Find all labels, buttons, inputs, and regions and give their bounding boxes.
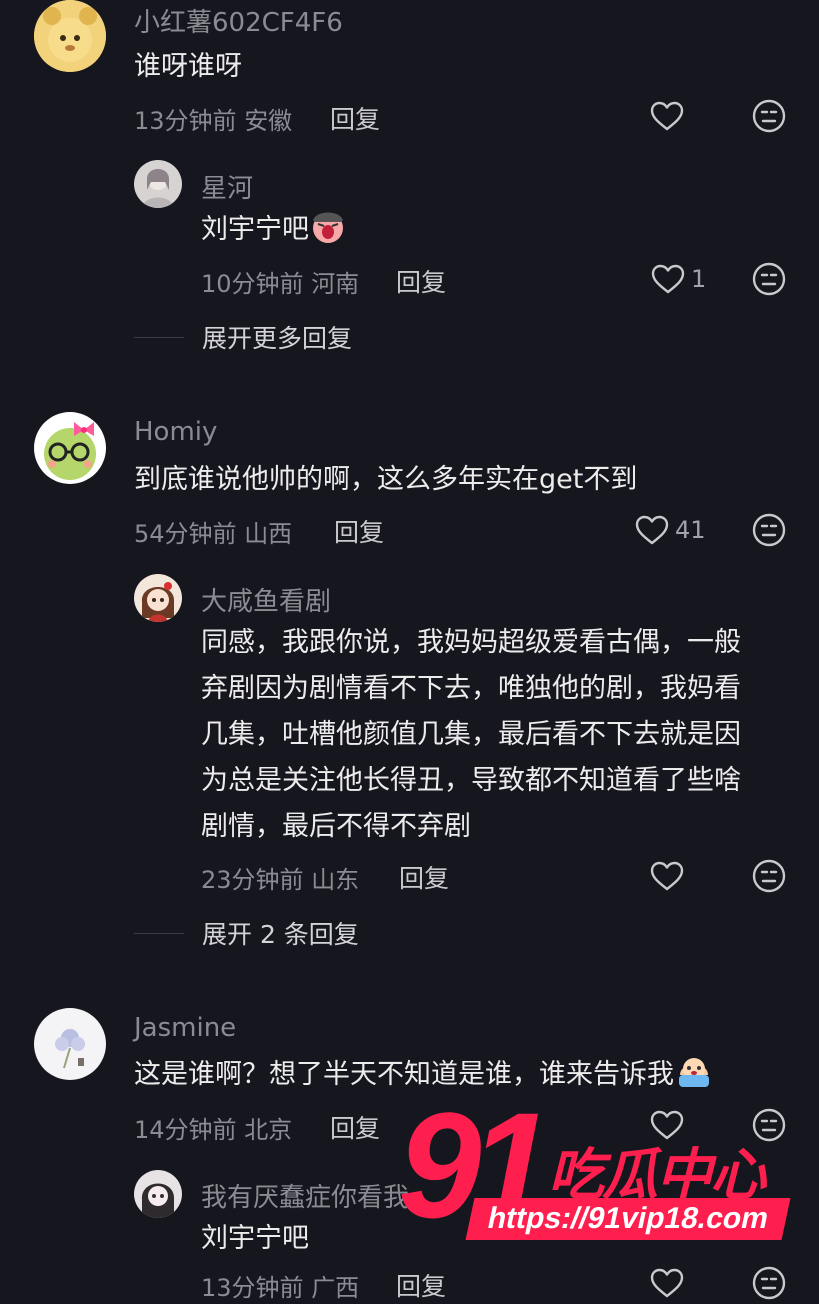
neutral-face-icon xyxy=(752,99,786,133)
avatar[interactable] xyxy=(34,0,106,72)
react-button[interactable] xyxy=(752,859,786,897)
reply-username[interactable]: 星河 xyxy=(201,168,253,205)
divider-line xyxy=(134,932,184,934)
comment-time: 14分钟前 xyxy=(134,1116,237,1144)
reply-text: 刘宇宁吧 xyxy=(201,1223,309,1254)
comment-location: 安徽 xyxy=(244,107,293,135)
crying-emoji-icon xyxy=(311,210,345,259)
reply-username[interactable]: 大咸鱼看剧 xyxy=(201,581,331,618)
expand-replies-button[interactable]: 展开 2 条回复 xyxy=(134,915,359,951)
like-button[interactable] xyxy=(650,1268,684,1298)
reply-text-line: 同感，我跟你说，我妈妈超级爱看古偶，一般 xyxy=(201,627,741,658)
reply-time: 13分钟前 xyxy=(201,1274,304,1302)
like-button[interactable]: 1 xyxy=(651,264,706,294)
heart-outline-icon xyxy=(650,101,684,131)
neutral-face-icon xyxy=(752,513,786,547)
reply-text-line: 弃剧因为剧情看不下去，唯独他的剧，我妈看 xyxy=(201,673,741,704)
heart-outline-icon xyxy=(651,264,685,294)
watermark-url: https://91vip18.com xyxy=(465,1198,791,1240)
reply-meta: 10分钟前 河南 xyxy=(201,264,359,299)
reply-text-line: 为总是关注他长得丑，导致都不知道看了些啥 xyxy=(201,765,741,796)
like-count: 41 xyxy=(675,516,706,544)
reply-time: 23分钟前 xyxy=(201,866,304,894)
comment-location: 山西 xyxy=(244,520,293,548)
crying-face-emoji-icon xyxy=(676,1055,712,1104)
comment-location: 北京 xyxy=(244,1116,293,1144)
comment-text: 谁呀谁呀 xyxy=(134,51,242,82)
avatar[interactable] xyxy=(134,574,182,622)
react-button[interactable] xyxy=(752,1266,786,1304)
reply-text: 刘宇宁吧 xyxy=(201,214,309,245)
neutral-face-icon xyxy=(752,859,786,893)
reply-text-line: 几集，吐槽他颜值几集，最后看不下去就是因 xyxy=(201,719,741,750)
reply-meta: 13分钟前 广西 xyxy=(201,1268,359,1303)
comment-time: 13分钟前 xyxy=(134,107,237,135)
expand-label: 展开更多回复 xyxy=(202,324,353,353)
comment-meta: 14分钟前 北京 xyxy=(134,1110,292,1145)
reply-time: 10分钟前 xyxy=(201,270,304,298)
heart-outline-icon xyxy=(650,1268,684,1298)
like-button[interactable] xyxy=(650,861,684,891)
reply-location: 广西 xyxy=(311,1274,360,1302)
heart-outline-icon xyxy=(635,515,669,545)
reply-meta: 23分钟前 山东 xyxy=(201,860,359,895)
reply-text-line: 剧情，最后不得不弃剧 xyxy=(201,811,471,842)
expand-replies-button[interactable]: 展开更多回复 xyxy=(134,319,352,355)
heart-outline-icon xyxy=(650,861,684,891)
like-button[interactable]: 41 xyxy=(635,515,706,545)
comment-text: 到底谁说他帅的啊，这么多年实在get不到 xyxy=(134,464,638,495)
comment-meta: 13分钟前 安徽 xyxy=(134,101,292,136)
reply-button[interactable]: 回复 xyxy=(330,1109,380,1145)
react-button[interactable] xyxy=(752,99,786,137)
reply-button[interactable]: 回复 xyxy=(396,263,446,299)
like-button[interactable] xyxy=(650,101,684,131)
reply-button[interactable]: 回复 xyxy=(330,100,380,136)
reply-username[interactable]: 我有厌蠢症你看我 xyxy=(201,1177,409,1214)
reply-text-wrap: 刘宇宁吧 xyxy=(201,207,345,259)
like-count: 1 xyxy=(691,265,707,293)
avatar[interactable] xyxy=(34,1008,106,1080)
comment-username[interactable]: 小红薯602CF4F6 xyxy=(134,2,343,39)
reply-button[interactable]: 回复 xyxy=(399,859,449,895)
reply-button[interactable]: 回复 xyxy=(396,1267,446,1303)
react-button[interactable] xyxy=(752,262,786,300)
divider-line xyxy=(134,336,184,338)
expand-label: 展开 2 条回复 xyxy=(202,920,359,949)
avatar[interactable] xyxy=(34,412,106,484)
reply-location: 河南 xyxy=(311,270,360,298)
comment-username[interactable]: Jasmine xyxy=(134,1013,236,1043)
neutral-face-icon xyxy=(752,1266,786,1300)
comment-meta: 54分钟前 山西 xyxy=(134,514,292,549)
reply-button[interactable]: 回复 xyxy=(334,513,384,549)
avatar[interactable] xyxy=(134,160,182,208)
comment-time: 54分钟前 xyxy=(134,520,237,548)
react-button[interactable] xyxy=(752,513,786,551)
reply-location: 山东 xyxy=(311,866,360,894)
neutral-face-icon xyxy=(752,262,786,296)
avatar[interactable] xyxy=(134,1170,182,1218)
comment-username[interactable]: Homiy xyxy=(134,417,217,447)
